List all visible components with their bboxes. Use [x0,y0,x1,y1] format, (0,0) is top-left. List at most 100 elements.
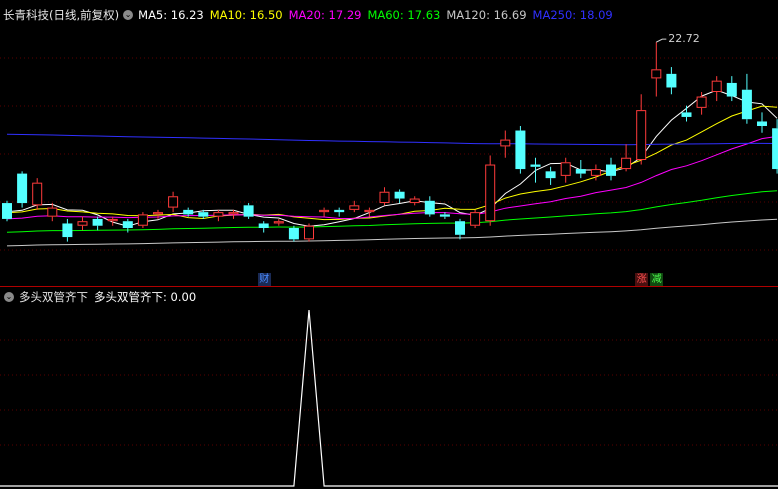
ma120-line [6,218,778,247]
candle [485,155,496,226]
candle [560,157,571,183]
candle-body [772,128,778,170]
candle-body [500,139,511,147]
candle-body [77,221,88,226]
chevron-down-icon[interactable]: ⌄ [4,292,14,302]
candle [772,119,778,174]
ma60-line [6,190,778,233]
candle [304,223,314,242]
ma-legend-item: MA20: 17.29 [288,8,362,22]
candle [77,216,88,231]
candle [741,73,752,124]
ma-legend-item: MA5: 16.23 [138,8,204,22]
chevron-down-icon[interactable]: ⌄ [123,10,134,20]
ma-legend-item: MA120: 16.69 [446,8,527,22]
indicator-line [0,309,778,487]
candle-body [258,223,269,228]
candle [319,207,330,217]
candle-body [515,130,526,170]
candle-body [168,196,179,208]
candle-body [560,162,571,176]
candle-body [304,225,314,240]
candle [424,196,435,217]
candle-body [2,203,12,219]
ma-legend-item: MA60: 17.63 [367,8,441,22]
ma10-line [6,105,778,221]
candle [470,209,481,228]
event-marker[interactable]: 减 [650,273,664,286]
candle [273,218,284,226]
candle [409,196,420,206]
main-chart-header: 长青科技(日线,前复权) ⌄ MA5: 16.23 MA10: 16.50 MA20… [0,7,619,23]
candle-body [364,209,375,213]
candle [379,187,390,206]
candle-body [651,69,662,79]
high-price-label: 22.72 [668,32,700,45]
candle-body [107,218,118,222]
candle [636,94,647,165]
candle [32,178,43,210]
candle-body [636,110,647,160]
candle-body [92,218,103,226]
candle [455,218,465,240]
ma-legend-item: MA250: 18.09 [532,8,613,22]
candle-body [470,212,481,226]
candle [213,209,224,222]
candle [545,166,556,185]
indicator-name: 多头双管齐下 [19,290,88,304]
candle [92,216,103,231]
candle [349,200,360,213]
candle-body [757,121,767,126]
candle-body [198,212,209,217]
candle-body [17,173,28,204]
candle [17,171,28,208]
candle-body [681,112,692,117]
candle-body [62,223,73,238]
candle-body [153,212,163,215]
candle-body [243,205,254,217]
candle-body [47,207,58,217]
moving-average-legend: MA5: 16.23 MA10: 16.50 MA20: 17.29 MA60: 17… [138,7,619,23]
candle-body [394,191,405,199]
candle [515,126,526,174]
candle [334,207,345,217]
high-price-marker: 22.72 [656,32,700,45]
candle-body [575,169,586,174]
candle [107,216,118,226]
candle-body [439,214,450,217]
candle [530,157,541,183]
candle-body [183,209,194,215]
candle-body [590,169,601,176]
candle-body [455,221,465,235]
grid-lines [0,57,778,446]
candle [2,200,12,222]
ma250-line [6,133,778,146]
candle-body [606,164,616,176]
candle-body [273,221,284,224]
indicator-header: ⌄ 多头双管齐下 多头双管齐下: 0.00 [0,289,196,305]
event-marker[interactable]: 财 [257,273,271,286]
candle-body [32,182,43,206]
candle [288,225,299,242]
candle-body [213,212,224,217]
candle [394,189,405,204]
candle-body [726,82,737,97]
candle-body [424,200,435,215]
indicator-value: 多头双管齐下: 0.00 [94,290,197,304]
event-marker[interactable]: 涨 [635,273,649,286]
candle-body [122,221,133,228]
candle [364,207,375,217]
candle [606,157,616,181]
candle [153,209,163,219]
stock-chart: 22.72 [0,32,778,487]
candle-body [696,96,707,108]
candle-body [349,205,360,210]
candle-body [228,212,239,215]
candle-body [530,164,541,167]
candle [757,112,767,133]
candle [258,221,269,233]
candle [62,218,73,242]
candle [243,203,254,219]
moving-average-lines [6,89,778,247]
candle-body [545,171,556,179]
